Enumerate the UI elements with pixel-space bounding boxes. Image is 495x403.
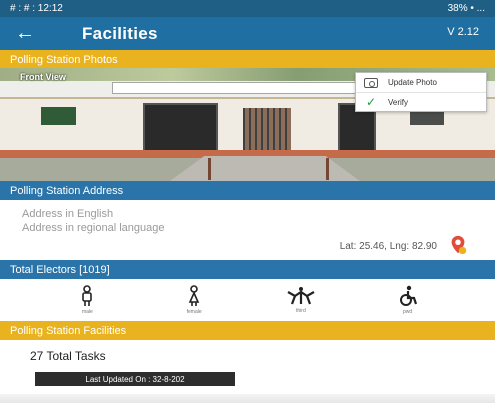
elector-pwd[interactable]: pwd: [378, 285, 438, 315]
section-address-title: Polling Station Address: [10, 184, 124, 197]
male-voter-icon: [82, 285, 93, 306]
last-updated-badge: Last Updated On : 32-8-202: [35, 372, 235, 386]
address-block[interactable]: Address in English Address in regional l…: [0, 200, 495, 260]
photo-left-rail: [208, 158, 211, 180]
status-bar: # : # : 12:12 38% • ...: [0, 0, 495, 17]
photo-icon: [364, 77, 378, 89]
page-title: Facilities: [82, 23, 158, 43]
menu-verify-label: Verify: [388, 97, 409, 107]
last-updated-text: Last Updated On : 32-8-202: [85, 374, 185, 384]
male-caption: male: [81, 309, 93, 315]
coordinates: Lat: 25.46, Lng: 82.90: [339, 241, 437, 252]
elector-male[interactable]: male: [57, 285, 117, 315]
menu-update-photo-label: Update Photo: [388, 78, 437, 87]
section-electors-title: Total Electors [1019]: [10, 263, 110, 276]
check-icon: ✓: [365, 95, 377, 109]
section-facilities-title: Polling Station Facilities: [10, 324, 127, 337]
elector-female[interactable]: female: [164, 285, 224, 315]
wheelchair-icon: [399, 285, 417, 306]
photo-action-menu: Update Photo ✓ Verify: [355, 72, 487, 112]
female-voter-icon: [188, 285, 200, 306]
app-version: V 2.12: [447, 26, 479, 38]
menu-verify[interactable]: ✓ Verify: [356, 92, 486, 111]
status-right-text: 38% • ...: [447, 3, 485, 14]
map-pin-icon[interactable]: [447, 234, 469, 256]
address-english: Address in English: [22, 208, 114, 220]
section-address-header: Polling Station Address: [0, 181, 495, 200]
back-arrow-icon[interactable]: ←: [12, 22, 38, 46]
section-photos-header: Polling Station Photos: [0, 50, 495, 69]
photo-gate: [243, 108, 291, 156]
pwd-caption: pwd: [403, 309, 413, 315]
photo-right-rail: [326, 158, 329, 180]
section-facilities-header: Polling Station Facilities: [0, 321, 495, 340]
photo-signboard: [112, 82, 362, 94]
photo-label: Front View: [20, 72, 66, 82]
photo-green-window: [41, 107, 76, 125]
app-bar: ← Facilities V 2.12: [0, 17, 495, 50]
status-right: 38% • ...: [448, 3, 485, 14]
menu-update-photo[interactable]: Update Photo: [356, 73, 486, 92]
section-electors-header: Total Electors [1019]: [0, 260, 495, 279]
photo-left-door: [143, 103, 218, 156]
section-photos-title: Polling Station Photos: [10, 53, 118, 66]
female-caption: female: [186, 309, 202, 315]
third-gender-icon: [287, 287, 315, 305]
elector-icons-row: male female third pwd: [0, 279, 495, 321]
status-time: # : # : 12:12: [10, 3, 63, 14]
third-gender-caption: third: [296, 308, 306, 314]
address-regional: Address in regional language: [22, 222, 165, 234]
elector-third-gender[interactable]: third: [271, 286, 331, 314]
total-tasks[interactable]: 27 Total Tasks: [30, 349, 106, 363]
bottom-shadow: [0, 394, 495, 403]
